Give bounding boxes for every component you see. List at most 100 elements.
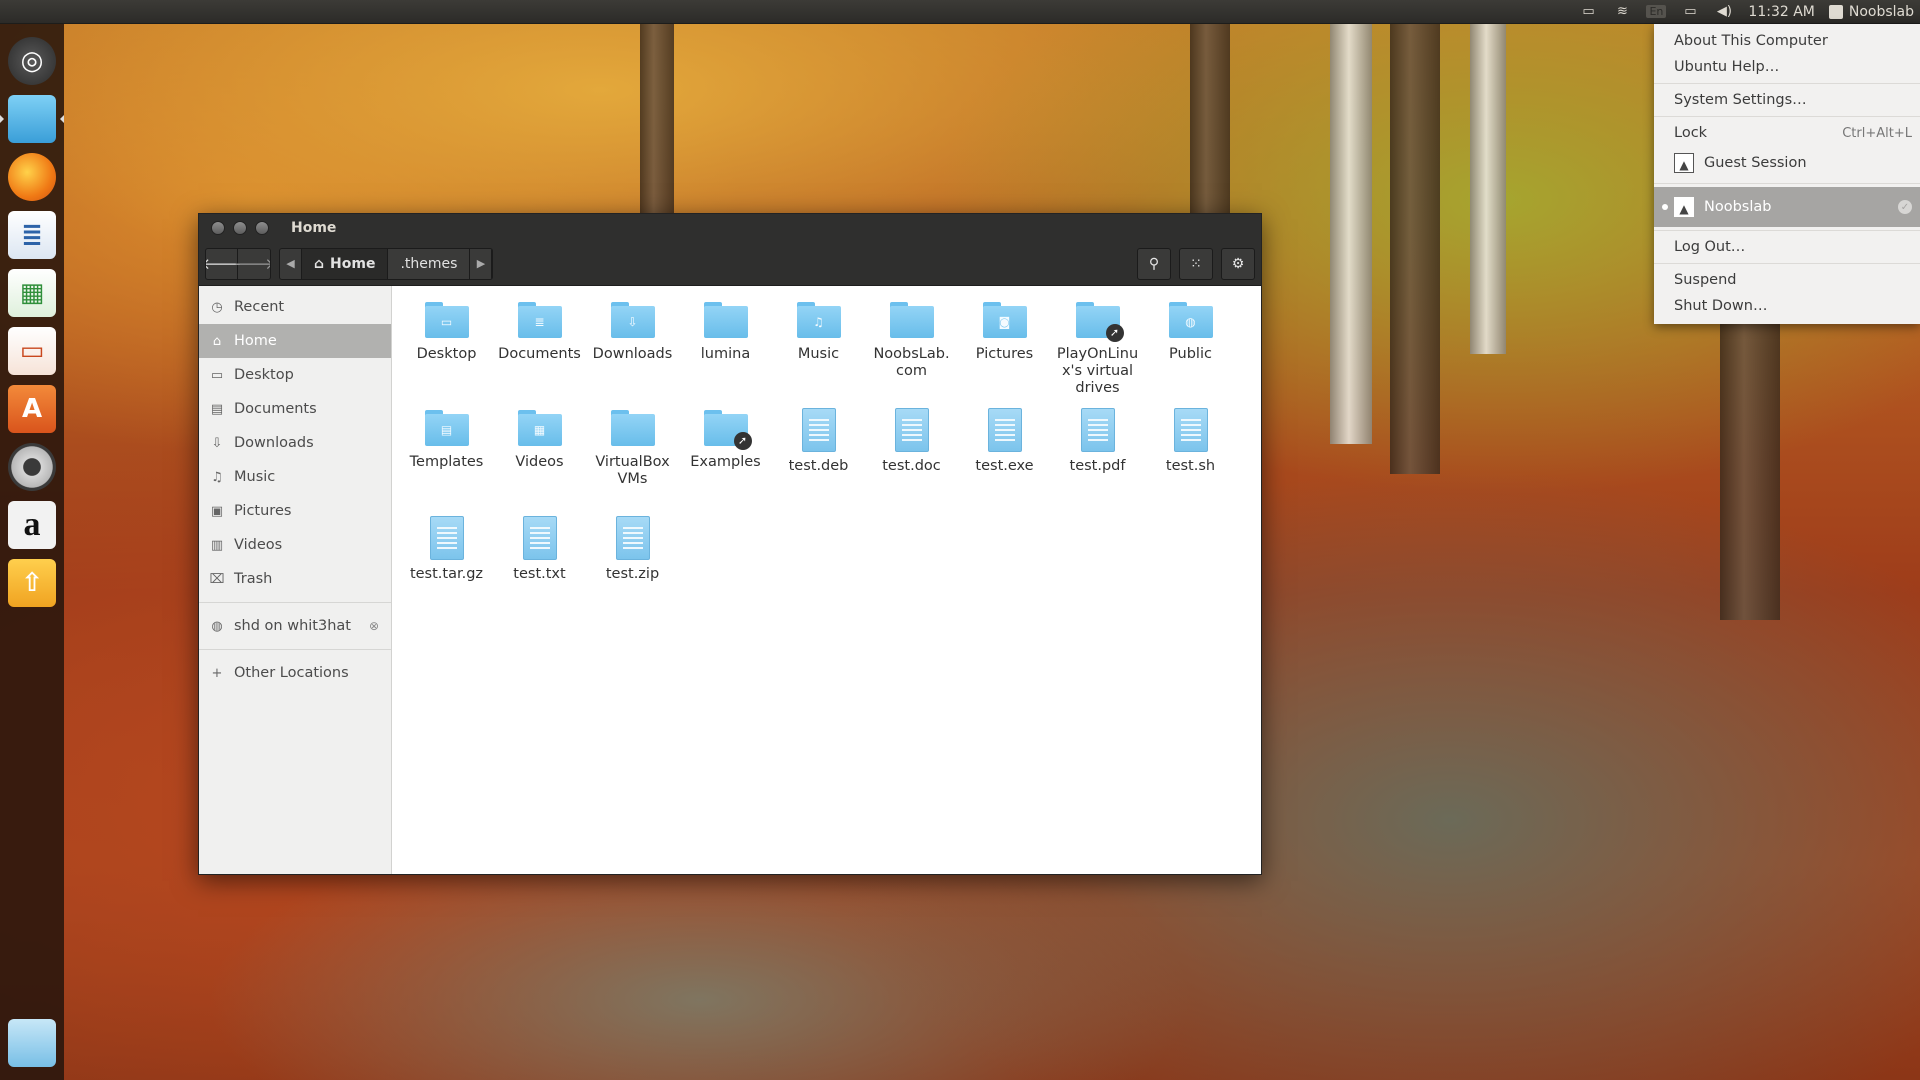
firefox-icon[interactable] [8,153,56,201]
home-icon: ⌂ [212,333,222,349]
software-updater-icon[interactable]: ⇧ [8,559,56,607]
file-item-playonlinux[interactable]: ➚ PlayOnLinu x's virtual drives [1051,296,1144,398]
minimize-button[interactable] [233,221,247,235]
file-item-test-txt[interactable]: test.txt [493,512,586,614]
sidebar-item-network-share[interactable]: ◍ shd on whit3hat ⊗ [199,609,391,643]
menu-item-current-user[interactable]: ▲ Noobslab ✓ [1654,187,1920,227]
search-button[interactable]: ⚲ [1137,247,1171,280]
menu-item-system-settings[interactable]: System Settings… [1654,87,1920,113]
document-icon [615,516,650,560]
sidebar-item-label: Trash [234,571,273,587]
username-label: Noobslab [1848,3,1914,20]
libreoffice-writer-icon[interactable]: ≣ [8,211,56,259]
amazon-icon[interactable]: a [8,501,56,549]
screen-icon[interactable]: ▭ [1578,4,1598,20]
file-item-test-pdf[interactable]: test.pdf [1051,404,1144,506]
toolbar-right: ⚲ ⁙ ⚙ [1137,247,1255,280]
sidebar-item-videos[interactable]: ▥ Videos [199,528,391,562]
libreoffice-calc-icon[interactable]: ▦ [8,269,56,317]
maximize-button[interactable] [255,221,269,235]
file-item-test-exe[interactable]: test.exe [958,404,1051,506]
file-item-test-deb[interactable]: test.deb [772,404,865,506]
file-item-lumina[interactable]: lumina [679,296,772,398]
file-name: test.tar.gz [409,566,484,582]
sidebar-item-home[interactable]: ⌂ Home [199,324,391,358]
close-button[interactable] [211,221,225,235]
file-name: Documents [498,346,581,362]
file-item-public[interactable]: ◍ Public [1144,296,1237,398]
file-item-pictures[interactable]: ◙ Pictures [958,296,1051,398]
files-icon[interactable] [0,95,64,143]
clock[interactable]: 11:32 AM [1748,4,1814,20]
sidebar-item-label: Music [234,469,276,485]
sidebar-item-desktop[interactable]: ▭ Desktop [199,358,391,392]
file-item-test-zip[interactable]: test.zip [586,512,679,614]
menu-item-shutdown[interactable]: Shut Down… [1654,293,1920,319]
file-item-videos[interactable]: ▦ Videos [493,404,586,506]
nav-buttons: 🡐 🡒 [205,247,271,280]
menu-item-label: System Settings… [1674,92,1807,108]
file-name: test.deb [788,458,849,474]
file-item-test-doc[interactable]: test.doc [865,404,958,506]
menu-item-help[interactable]: Ubuntu Help… [1654,54,1920,80]
tree-trunk [1470,24,1506,354]
path-home-button[interactable]: ⌂ Home [302,248,389,279]
sidebar-item-other-locations[interactable]: + Other Locations [199,656,391,690]
document-icon [1173,408,1208,452]
document-icon [1080,408,1115,452]
menu-item-label: Ubuntu Help… [1674,59,1780,75]
path-themes-button[interactable]: .themes [388,248,471,279]
menu-item-guest-session[interactable]: ▲ Guest Session [1654,146,1920,180]
file-item-examples[interactable]: ➚ Examples [679,404,772,506]
folder-icon: ▭ [424,300,469,340]
window-titlebar[interactable]: Home [199,214,1261,242]
sidebar-item-music[interactable]: ♫ Music [199,460,391,494]
tree-trunk [1330,24,1372,444]
file-item-templates[interactable]: ▤ Templates [400,404,493,506]
forward-button[interactable]: 🡒 [234,249,270,279]
sidebar-item-documents[interactable]: ▤ Documents [199,392,391,426]
file-name: Pictures [975,346,1034,362]
sidebar-item-label: Desktop [234,367,294,383]
file-name: Desktop [416,346,477,362]
path-scroll-right[interactable]: ▶ [470,248,493,279]
file-item-music[interactable]: ♫ Music [772,296,865,398]
search-icon: ⚲ [1148,255,1160,272]
file-item-test-tar-gz[interactable]: test.tar.gz [400,512,493,614]
system-settings-icon[interactable] [8,443,56,491]
file-item-desktop[interactable]: ▭ Desktop [400,296,493,398]
file-item-documents[interactable]: ≣ Documents [493,296,586,398]
menu-item-lock[interactable]: Lock Ctrl+Alt+L [1654,120,1920,146]
file-view[interactable]: ▭ Desktop ≣ Documents ⇩ Downloads lumina… [392,286,1261,874]
file-item-virtualbox[interactable]: VirtualBox VMs [586,404,679,506]
sidebar-item-pictures[interactable]: ▣ Pictures [199,494,391,528]
menu-item-label: Suspend [1674,272,1737,288]
libreoffice-impress-icon[interactable]: ▭ [8,327,56,375]
menu-item-suspend[interactable]: Suspend [1654,267,1920,293]
menu-item-about[interactable]: About This Computer [1654,28,1920,54]
trash-launcher-icon[interactable] [8,1019,56,1067]
menu-button[interactable]: ⚙ [1221,247,1255,280]
volume-icon[interactable]: ◀) [1714,4,1734,20]
sidebar-item-downloads[interactable]: ⇩ Downloads [199,426,391,460]
path-scroll-left[interactable]: ◀ [280,248,302,279]
sidebar-item-label: Home [234,333,277,349]
sidebar-item-trash[interactable]: ⌧ Trash [199,562,391,596]
dash-icon[interactable]: ◎ [8,37,56,85]
unmount-icon[interactable]: ⊗ [369,619,379,633]
menu-separator [1654,83,1920,84]
user-menu[interactable]: Noobslab [1828,3,1914,20]
battery-icon[interactable]: ▭ [1680,4,1700,20]
file-name: Public [1169,346,1212,362]
file-item-downloads[interactable]: ⇩ Downloads [586,296,679,398]
menu-item-label: Log Out… [1674,239,1746,255]
file-item-noobslab[interactable]: NoobsLab. com [865,296,958,398]
sidebar-item-recent[interactable]: ◷ Recent [199,290,391,324]
software-center-icon[interactable]: A [8,385,56,433]
keyboard-indicator[interactable]: En [1646,5,1667,18]
path-home-label: Home [330,255,376,272]
file-item-test-sh[interactable]: test.sh [1144,404,1237,506]
menu-item-logout[interactable]: Log Out… [1654,234,1920,260]
wifi-icon[interactable]: ≋ [1612,4,1632,20]
view-toggle-button[interactable]: ⁙ [1179,247,1213,280]
